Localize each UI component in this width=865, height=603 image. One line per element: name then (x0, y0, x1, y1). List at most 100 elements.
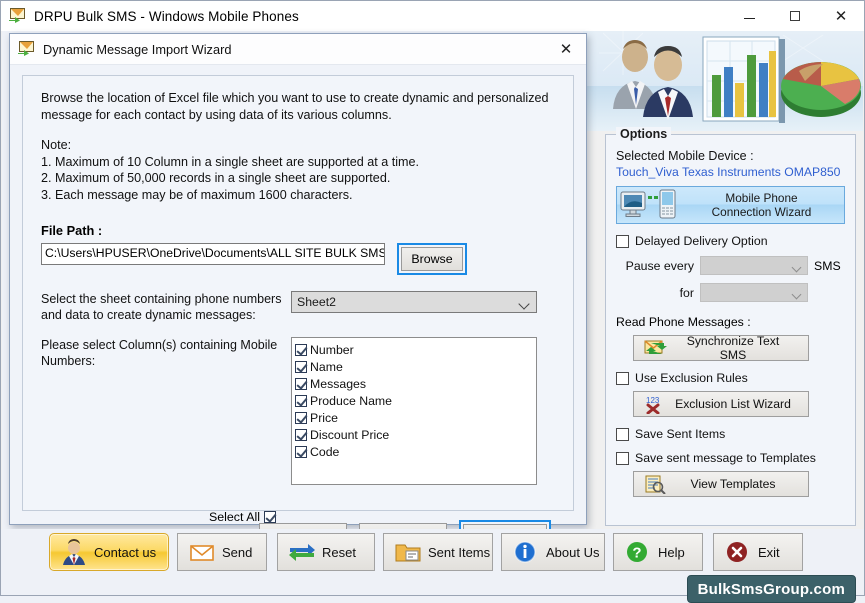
window-title-bar: DRPU Bulk SMS - Windows Mobile Phones ✕ (1, 1, 864, 31)
note-item: 1. Maximum of 10 Column in a single shee… (41, 154, 420, 169)
dialog-intro-text: Browse the location of Excel file which … (41, 91, 549, 122)
help-label: Help (658, 544, 685, 560)
column-checkbox[interactable] (295, 445, 307, 458)
column-checkbox[interactable] (295, 377, 307, 390)
about-us-button[interactable]: About Us (501, 533, 605, 571)
dialog-notes: Note: 1. Maximum of 10 Column in a singl… (41, 137, 555, 203)
window-controls: ✕ (726, 1, 864, 31)
list-item[interactable]: Name (295, 358, 536, 375)
person-icon (59, 539, 89, 565)
maximize-button[interactable] (772, 1, 818, 31)
options-legend: Options (616, 127, 672, 141)
column-label: Messages (310, 376, 367, 391)
column-checkbox[interactable] (295, 394, 307, 407)
column-label: Price (310, 410, 339, 425)
list-item[interactable]: Messages (295, 375, 536, 392)
browse-button[interactable]: Browse (401, 247, 463, 271)
bottom-toolbar: Contact us Send Reset Sent Items About U… (1, 529, 864, 603)
columns-listbox[interactable]: Number Name Messages Produce Name Price … (291, 337, 537, 485)
column-checkbox[interactable] (295, 343, 307, 356)
column-checkbox[interactable] (295, 360, 307, 373)
dialog-close-button[interactable]: ✕ (546, 35, 586, 63)
save-to-templates-row[interactable]: Save sent message to Templates (616, 451, 845, 465)
use-exclusion-rules-checkbox[interactable] (616, 371, 629, 385)
document-magnifier-icon (642, 474, 668, 495)
dialog-icon (18, 41, 36, 57)
contact-us-label: Contact us (94, 544, 157, 560)
save-sent-items-checkbox[interactable] (616, 427, 629, 441)
app-icon (9, 8, 27, 24)
pause-every-select (700, 256, 808, 275)
contact-us-button[interactable]: Contact us (49, 533, 169, 571)
sheet-select[interactable]: Sheet2 (291, 291, 537, 313)
list-item[interactable]: Price (295, 409, 536, 426)
exit-button[interactable]: Exit (713, 533, 803, 571)
note-item: 2. Maximum of 50,000 records in a single… (41, 171, 391, 185)
pause-every-row: Pause every SMS (616, 256, 845, 275)
wizard-line-1: Mobile Phone (725, 191, 798, 205)
options-panel: Options Selected Mobile Device : Touch_V… (605, 127, 856, 526)
file-path-label: File Path : (41, 223, 103, 238)
reset-button[interactable]: Reset (277, 533, 375, 571)
folder-icon (393, 539, 423, 565)
wizard-line-2: Connection Wizard (711, 205, 812, 219)
read-phone-messages-label: Read Phone Messages : (616, 315, 751, 329)
column-label: Number (310, 342, 354, 357)
sent-items-button[interactable]: Sent Items (383, 533, 493, 571)
use-exclusion-rules-label: Use Exclusion Rules (635, 371, 748, 385)
reset-label: Reset (322, 544, 356, 560)
save-sent-items-row[interactable]: Save Sent Items (616, 427, 845, 441)
123-cross-icon: 123 (642, 394, 668, 415)
sms-unit-label: SMS (814, 258, 841, 273)
list-item[interactable]: Number (295, 341, 536, 358)
note-heading: Note: (41, 138, 72, 152)
save-to-templates-checkbox[interactable] (616, 451, 629, 465)
list-item[interactable]: Discount Price (295, 426, 536, 443)
svg-text:?: ? (632, 545, 641, 562)
envelope-icon (187, 539, 217, 565)
columns-select-row: Please select Column(s) containing Mobil… (41, 337, 573, 485)
mobile-phone-connection-wizard-label: Mobile Phone Connection Wizard (679, 191, 844, 219)
view-templates-button[interactable]: View Templates (633, 471, 809, 497)
delayed-delivery-checkbox[interactable] (616, 234, 629, 248)
exclusion-list-wizard-button[interactable]: 123 Exclusion List Wizard (633, 391, 809, 417)
columns-select-label: Please select Column(s) containing Mobil… (41, 338, 278, 368)
mobile-phone-connection-wizard-button[interactable]: Mobile Phone Connection Wizard (616, 186, 845, 224)
exit-label: Exit (758, 544, 780, 560)
help-button[interactable]: ? Help (613, 533, 703, 571)
question-icon: ? (623, 539, 653, 565)
close-button[interactable]: ✕ (818, 1, 864, 31)
synchronize-text-sms-button[interactable]: Synchronize Text SMS (633, 334, 809, 362)
column-label: Discount Price (310, 427, 390, 442)
save-sent-items-label: Save Sent Items (635, 427, 726, 441)
list-item[interactable]: Code (295, 443, 536, 460)
column-checkbox[interactable] (295, 428, 307, 441)
close-icon: ✕ (834, 7, 848, 25)
pause-every-label: Pause every (625, 258, 694, 273)
sent-items-label: Sent Items (428, 544, 491, 560)
dynamic-message-import-wizard-dialog: Dynamic Message Import Wizard ✕ Browse t… (9, 33, 587, 552)
send-label: Send (222, 544, 253, 560)
about-us-label: About Us (546, 544, 600, 560)
pc-to-phone-icon (617, 188, 679, 222)
window-title: DRPU Bulk SMS - Windows Mobile Phones (34, 8, 299, 24)
sheet-select-row: Select the sheet containing phone number… (41, 291, 573, 323)
delayed-delivery-option-row[interactable]: Delayed Delivery Option (616, 234, 845, 248)
use-exclusion-rules-row[interactable]: Use Exclusion Rules (616, 371, 845, 385)
minimize-button[interactable] (726, 1, 772, 31)
close-icon: ✕ (559, 41, 573, 58)
selected-device-label: Selected Mobile Device : (616, 149, 754, 163)
list-item[interactable]: Produce Name (295, 392, 536, 409)
file-path-input[interactable]: C:\Users\HPUSER\OneDrive\Documents\ALL S… (41, 243, 385, 265)
send-button[interactable]: Send (177, 533, 267, 571)
for-label: for (679, 285, 694, 300)
dialog-title-bar: Dynamic Message Import Wizard ✕ (10, 34, 586, 65)
column-checkbox[interactable] (295, 411, 307, 424)
note-item: 3. Each message may be of maximum 1600 c… (41, 187, 353, 202)
sync-messages-icon (642, 338, 668, 358)
sheet-select-label: Select the sheet containing phone number… (41, 292, 282, 322)
dialog-content: Browse the location of Excel file which … (22, 75, 574, 552)
banner-image (583, 31, 863, 131)
pause-for-select (700, 283, 808, 302)
close-circle-icon (723, 539, 753, 565)
